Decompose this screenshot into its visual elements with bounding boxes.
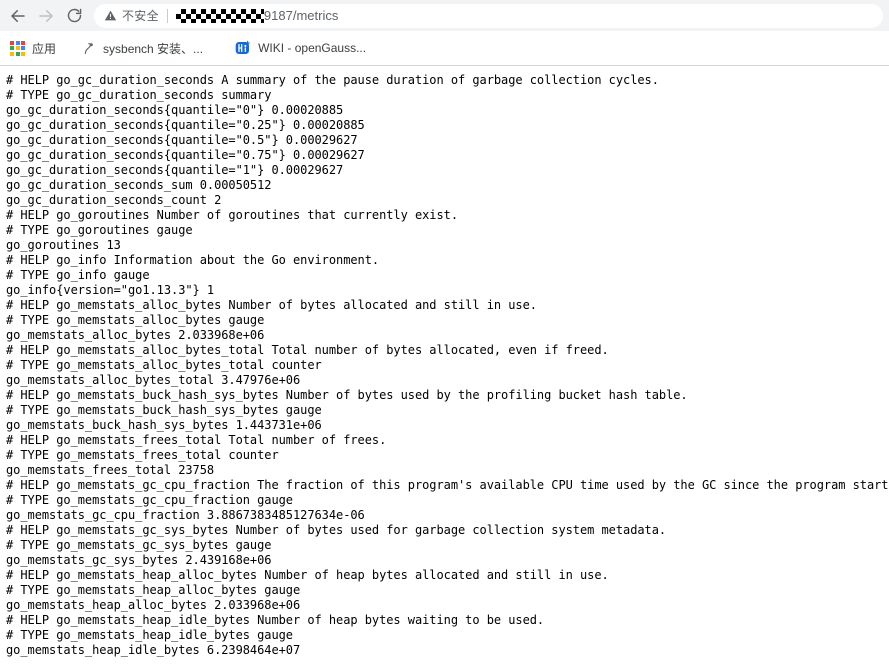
bookmarks-bar: 应用 sysbench 安装、... WIKI - openGauss... <box>0 31 889 66</box>
reload-button[interactable] <box>60 2 88 30</box>
page-content-area: # HELP go_gc_duration_seconds A summary … <box>0 66 889 666</box>
browser-toolbar: 不安全 9187/metrics <box>0 0 889 31</box>
bookmark-label: sysbench 安装、... <box>103 41 204 56</box>
security-status-label: 不安全 <box>122 9 159 23</box>
metrics-plaintext-body: # HELP go_gc_duration_seconds A summary … <box>6 73 889 657</box>
sysbench-favicon <box>80 40 96 56</box>
reload-icon <box>66 7 83 24</box>
arrow-left-icon <box>9 7 27 25</box>
url-display[interactable]: 9187/metrics <box>175 8 873 23</box>
back-button[interactable] <box>4 2 32 30</box>
bookmark-label: 应用 <box>32 41 57 56</box>
bookmark-wiki[interactable]: WIKI - openGauss... <box>233 36 374 60</box>
forward-button[interactable] <box>32 2 60 30</box>
url-redaction-mask <box>175 8 264 23</box>
omnibox-divider <box>166 8 168 23</box>
address-bar[interactable]: 不安全 9187/metrics <box>94 3 883 28</box>
warning-triangle-icon[interactable] <box>104 9 117 22</box>
arrow-right-icon <box>37 7 55 25</box>
wiki-favicon <box>235 40 251 56</box>
url-text: 9187/metrics <box>263 8 339 23</box>
apps-grid-icon <box>10 40 25 56</box>
bookmark-apps[interactable]: 应用 <box>8 36 64 60</box>
bookmark-sysbench[interactable]: sysbench 安装、... <box>78 36 211 60</box>
bookmark-label: WIKI - openGauss... <box>258 41 367 55</box>
